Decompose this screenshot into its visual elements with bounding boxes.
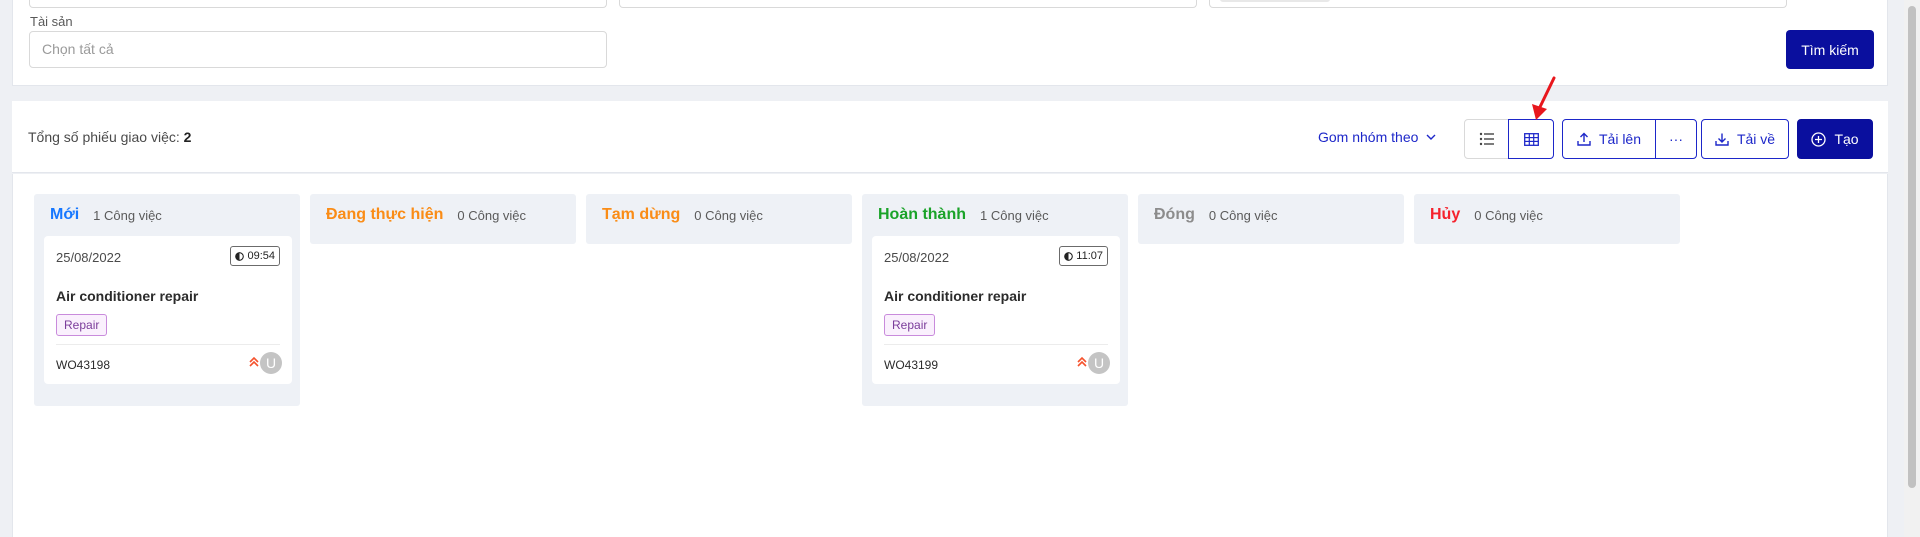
filter-tag [1220, 0, 1330, 2]
column-title: Tạm dừng [602, 206, 681, 223]
search-button[interactable]: Tìm kiếm [1786, 30, 1874, 69]
total-count: Tổng số phiếu giao việc: 2 [28, 129, 191, 145]
download-icon [1715, 133, 1729, 146]
card-date: 25/08/2022 [884, 250, 950, 265]
card-divider [56, 344, 280, 345]
download-button[interactable]: Tải về [1701, 119, 1789, 159]
work-order-card[interactable]: 25/08/2022 11:07 Air conditioner repair … [872, 236, 1120, 384]
filter-input-2[interactable] [619, 0, 1197, 8]
column-title: Đang thực hiện [326, 206, 444, 223]
filter-input-3[interactable] [1209, 0, 1787, 8]
create-label: Tạo [1834, 131, 1859, 147]
filter-panel: Tài sản Chọn tất cả Tìm kiếm [12, 0, 1888, 86]
column-closed: Đóng 0 Công việc [1138, 194, 1404, 244]
column-count: 0 Công việc [1208, 207, 1278, 223]
column-completed: Hoàn thành 1 Công việc 25/08/2022 11:07 … [862, 194, 1128, 406]
column-in-progress: Đang thực hiện 0 Công việc [310, 194, 576, 244]
board-view-button[interactable] [1508, 119, 1554, 159]
plus-circle-icon [1811, 131, 1827, 147]
asset-label: Tài sản [30, 14, 73, 29]
more-button[interactable]: ··· [1655, 119, 1697, 159]
table-grid-icon [1523, 132, 1539, 146]
group-by-dropdown[interactable]: Gom nhóm theo [1318, 129, 1436, 145]
clock-icon [1064, 251, 1074, 261]
column-count: 1 Công việc [980, 207, 1049, 223]
more-icon: ··· [1669, 131, 1683, 147]
card-time: 11:07 [1076, 250, 1103, 262]
column-title: Mới [50, 206, 80, 223]
asset-select[interactable]: Chọn tất cả [29, 31, 607, 68]
avatar[interactable]: U [260, 352, 282, 374]
upload-icon [1577, 132, 1591, 146]
priority-high-icon [249, 356, 259, 367]
work-order-card[interactable]: 25/08/2022 09:54 Air conditioner repair … [44, 236, 292, 384]
column-title: Hoàn thành [878, 206, 966, 223]
column-paused: Tạm dừng 0 Công việc [586, 194, 852, 244]
card-time-badge: 11:07 [1059, 246, 1108, 266]
create-button[interactable]: Tạo [1797, 119, 1873, 159]
column-title: Hủy [1430, 206, 1461, 223]
card-tag: Repair [56, 314, 108, 336]
card-code: WO43199 [884, 358, 939, 372]
column-count: 0 Công việc [1474, 207, 1543, 223]
upload-button[interactable]: Tải lên [1562, 119, 1656, 159]
annotation-arrow-icon [1532, 76, 1556, 120]
total-value: 2 [183, 129, 192, 145]
card-code: WO43198 [56, 358, 111, 372]
list-icon [1479, 132, 1494, 146]
kanban-board: Mới 1 Công việc 25/08/2022 09:54 Air con… [12, 174, 1888, 537]
column-title: Đóng [1154, 206, 1195, 223]
card-title: Air conditioner repair [56, 288, 199, 304]
card-title: Air conditioner repair [884, 288, 1027, 304]
scrollbar-thumb[interactable] [1908, 6, 1916, 488]
priority-high-icon [1077, 356, 1087, 367]
card-tag: Repair [884, 314, 936, 336]
card-date: 25/08/2022 [56, 250, 122, 265]
chevron-down-icon [1426, 134, 1436, 140]
card-divider [884, 344, 1108, 345]
group-by-label: Gom nhóm theo [1318, 129, 1419, 145]
card-time: 09:54 [247, 250, 275, 262]
column-count: 0 Công việc [694, 207, 763, 223]
column-cancelled: Hủy 0 Công việc [1414, 194, 1680, 244]
total-label: Tổng số phiếu giao việc: [28, 129, 180, 145]
download-label: Tải về [1736, 131, 1776, 147]
clock-icon [235, 251, 245, 261]
avatar[interactable]: U [1088, 352, 1110, 374]
column-count: 1 Công việc [93, 207, 162, 223]
list-view-button[interactable] [1464, 119, 1510, 159]
upload-label: Tải lên [1598, 131, 1642, 147]
page-scrollbar[interactable] [1904, 0, 1920, 537]
toolbar: Tổng số phiếu giao việc: 2 Gom nhóm theo… [12, 101, 1888, 173]
column-new: Mới 1 Công việc 25/08/2022 09:54 Air con… [34, 194, 300, 406]
card-time-badge: 09:54 [230, 246, 280, 266]
column-count: 0 Công việc [457, 207, 527, 223]
filter-input-1[interactable] [29, 0, 607, 8]
